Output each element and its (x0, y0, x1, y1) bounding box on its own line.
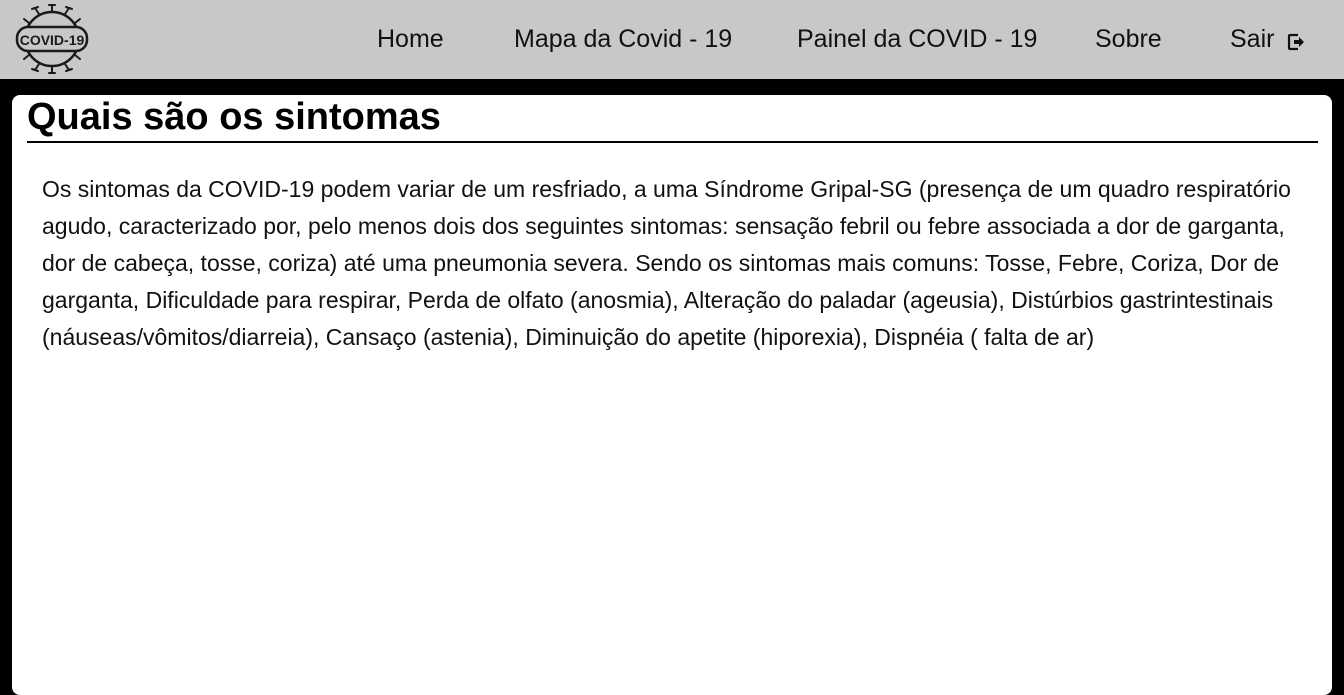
nav-mapa-covid-link[interactable]: Mapa da Covid - 19 (514, 24, 732, 54)
logo-text: COVID-19 (20, 32, 85, 48)
nav-home-link[interactable]: Home (377, 24, 444, 54)
nav-painel-covid-link[interactable]: Painel da COVID - 19 (797, 24, 1037, 54)
main-content-card: Quais são os sintomas Os sintomas da COV… (12, 95, 1332, 695)
sign-out-icon (1287, 29, 1305, 51)
nav-sair-label: Sair (1230, 25, 1275, 53)
symptoms-paragraph: Os sintomas da COVID-19 podem variar de … (42, 176, 1291, 350)
covid-logo[interactable]: COVID-19 (12, 3, 92, 75)
title-divider (27, 141, 1318, 143)
nav-sobre-link[interactable]: Sobre (1095, 24, 1162, 54)
virus-icon: COVID-19 (15, 4, 89, 74)
top-navbar: COVID-19 Home Mapa da Covid - 19 Painel … (0, 0, 1344, 79)
nav-sair-link[interactable]: Sair (1230, 24, 1305, 54)
page-title: Quais são os sintomas (27, 96, 441, 138)
